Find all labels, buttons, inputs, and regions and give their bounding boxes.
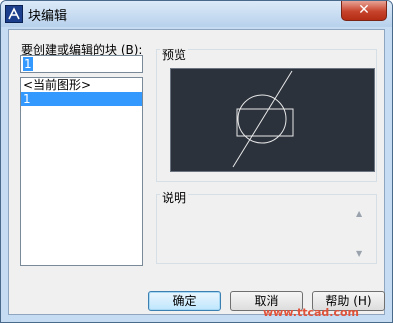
watermark: www.ttcad.com xyxy=(263,306,360,319)
block-edit-dialog: 块编辑 ✕ 要创建或编辑的块 (B): 1 <当前图形> 1 预览 说明 ▲ ▼… xyxy=(0,0,393,323)
list-item-block-1[interactable]: 1 xyxy=(21,92,142,106)
list-item-current-drawing[interactable]: <当前图形> xyxy=(21,78,142,92)
scroll-up-icon[interactable]: ▲ xyxy=(356,210,362,218)
block-name-input-value: 1 xyxy=(23,57,33,71)
preview-diagonal-line xyxy=(232,70,293,168)
close-icon: ✕ xyxy=(358,2,370,18)
title-bar[interactable]: 块编辑 ✕ xyxy=(1,1,392,27)
ok-button[interactable]: 确定 xyxy=(148,291,221,311)
block-preview xyxy=(170,68,375,172)
description-label: 说明 xyxy=(160,189,189,206)
dialog-client-area: 要创建或编辑的块 (B): 1 <当前图形> 1 预览 说明 ▲ ▼ 确定 取消… xyxy=(8,29,385,315)
scroll-down-icon[interactable]: ▼ xyxy=(356,250,362,258)
window-title: 块编辑 xyxy=(28,9,68,24)
description-text xyxy=(161,205,373,261)
autocad-logo-icon[interactable] xyxy=(5,5,23,23)
block-list[interactable]: <当前图形> 1 xyxy=(20,77,143,266)
preview-rectangle xyxy=(236,108,294,137)
preview-label: 预览 xyxy=(160,46,189,63)
close-button[interactable]: ✕ xyxy=(341,1,387,21)
description-scrollbar[interactable]: ▲ ▼ xyxy=(353,206,369,260)
block-name-input[interactable]: 1 xyxy=(20,55,143,73)
